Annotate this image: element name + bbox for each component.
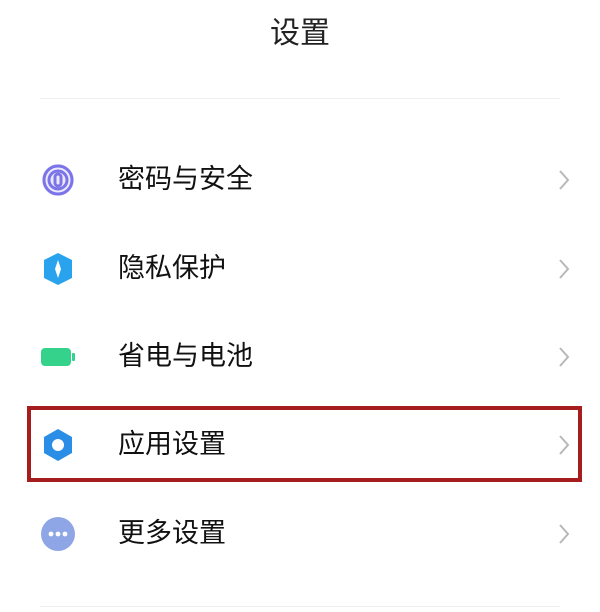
settings-item-battery[interactable]: 省电与电池 xyxy=(0,321,600,393)
battery-icon xyxy=(40,339,76,375)
settings-item-label: 隐私保护 xyxy=(118,253,226,284)
chevron-right-icon xyxy=(552,167,576,193)
divider xyxy=(40,98,560,99)
chevron-right-icon xyxy=(552,256,576,282)
gear-icon xyxy=(40,427,76,463)
settings-item-label: 密码与安全 xyxy=(118,164,253,195)
settings-item-label: 省电与电池 xyxy=(118,341,253,372)
settings-item-more-settings[interactable]: 更多设置 xyxy=(0,498,600,570)
more-dots-icon xyxy=(40,516,76,552)
divider xyxy=(40,606,560,607)
shield-icon xyxy=(40,251,76,287)
chevron-right-icon xyxy=(552,432,576,458)
fingerprint-icon xyxy=(40,162,76,198)
settings-item-label: 更多设置 xyxy=(118,518,226,549)
chevron-right-icon xyxy=(552,344,576,370)
settings-item-password-security[interactable]: 密码与安全 xyxy=(0,144,600,216)
settings-item-label: 应用设置 xyxy=(118,429,226,460)
page-title: 设置 xyxy=(270,16,330,51)
chevron-right-icon xyxy=(552,521,576,547)
settings-item-app-settings[interactable]: 应用设置 xyxy=(0,409,600,481)
settings-item-privacy[interactable]: 隐私保护 xyxy=(0,233,600,305)
